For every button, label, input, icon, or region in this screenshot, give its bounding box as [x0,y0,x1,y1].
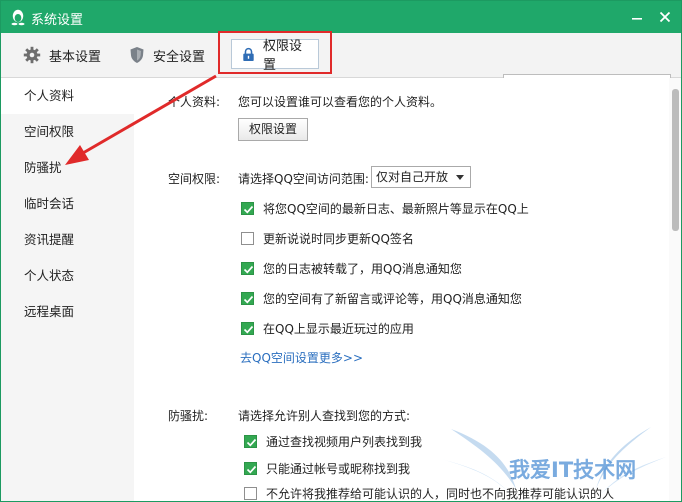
close-icon[interactable] [657,9,673,25]
title-bar[interactable]: 系统设置 [1,1,681,33]
space-option-row[interactable]: 更新说说时同步更新QQ签名 [241,229,414,247]
sidebar-item-news-alert[interactable]: 资讯提醒 [1,222,134,258]
shield-icon [130,47,144,63]
tab-permission-settings[interactable]: 权限设置 [231,39,319,73]
option-label: 通过查找视频用户列表找到我 [266,434,423,449]
tab-basic-label: 基本设置 [49,49,102,65]
sidebar-item-anti-harassment[interactable]: 防骚扰 [1,150,134,186]
checkbox-checked[interactable] [244,434,257,448]
scrollbar-thumb[interactable] [672,89,679,231]
option-label: 将您QQ空间的最新日志、最新照片等显示在QQ上 [263,201,529,216]
space-option-row[interactable]: 将您QQ空间的最新日志、最新照片等显示在QQ上 [241,199,529,217]
space-section-label: 空间权限: [168,172,221,186]
space-option-row[interactable]: 您的日志被转载了，用QQ消息通知您 [241,259,462,277]
harass-section-label: 防骚扰: [168,409,209,423]
harass-option-row[interactable]: 不允许将我推荐给可能认识的人，同时也不向我推荐可能认识的人 [244,484,614,501]
sidebar-item-remote-desktop[interactable]: 远程桌面 [1,294,134,330]
settings-content: 个人资料: 您可以设置谁可以查看您的个人资料。 权限设置 空间权限: 请选择QQ… [134,78,669,501]
sidebar: 个人资料 空间权限 防骚扰 临时会话 资讯提醒 个人状态 远程桌面 [1,78,134,501]
space-range-select[interactable]: 仅对自己开放 [371,166,471,188]
option-label: 不允许将我推荐给可能认识的人，同时也不向我推荐可能认识的人 [266,486,615,501]
checkbox-unchecked[interactable] [241,231,254,245]
profile-description: 您可以设置谁可以查看您的个人资料。 [238,95,443,109]
penguin-logo-icon [11,9,25,26]
option-label: 在QQ上显示最近玩过的应用 [263,321,414,336]
option-label: 您的日志被转载了，用QQ消息通知您 [263,261,462,276]
checkbox-unchecked[interactable] [244,486,257,500]
harass-option-row[interactable]: 通过查找视频用户列表找到我 [244,432,422,450]
space-option-row[interactable]: 在QQ上显示最近玩过的应用 [241,319,414,337]
gear-icon [23,46,41,64]
checkbox-checked[interactable] [241,201,254,215]
tab-security-label: 安全设置 [153,49,206,65]
harass-description: 请选择允许别人查找到您的方式: [238,409,411,423]
lock-icon [243,47,254,61]
tab-security-settings[interactable]: 安全设置 [129,41,205,69]
tab-permission-label: 权限设置 [262,39,302,73]
sidebar-item-profile[interactable]: 个人资料 [1,78,134,114]
checkbox-checked[interactable] [241,321,254,335]
sidebar-item-personal-status[interactable]: 个人状态 [1,258,134,294]
option-label: 只能通过帐号或昵称找到我 [266,461,411,476]
option-label: 更新说说时同步更新QQ签名 [263,231,414,246]
sidebar-item-temp-chat[interactable]: 临时会话 [1,186,134,222]
chevron-down-icon [456,175,464,180]
checkbox-checked[interactable] [241,291,254,305]
space-range-value: 仅对自己开放 [376,170,449,184]
window-title: 系统设置 [31,13,84,28]
settings-window: 系统设置 基本设置 安全设置 权限设置 搜索设置项 个人资料 空间权限 防骚扰 … [0,0,682,502]
sidebar-item-space-permission[interactable]: 空间权限 [1,114,134,150]
profile-section-label: 个人资料: [168,95,221,109]
space-more-link[interactable]: 去QQ空间设置更多>> [240,349,363,366]
checkbox-checked[interactable] [244,461,257,475]
space-range-label: 请选择QQ空间访问范围: [238,172,369,186]
space-option-row[interactable]: 您的空间有了新留言或评论等，用QQ消息通知您 [241,289,522,307]
tab-basic-settings[interactable]: 基本设置 [23,41,101,69]
minimize-icon[interactable] [629,9,645,25]
harass-option-row[interactable]: 只能通过帐号或昵称找到我 [244,459,410,477]
checkbox-checked[interactable] [241,261,254,275]
option-label: 您的空间有了新留言或评论等，用QQ消息通知您 [263,291,522,306]
profile-permission-button[interactable]: 权限设置 [238,118,309,141]
toolbar: 基本设置 安全设置 权限设置 [1,33,681,97]
